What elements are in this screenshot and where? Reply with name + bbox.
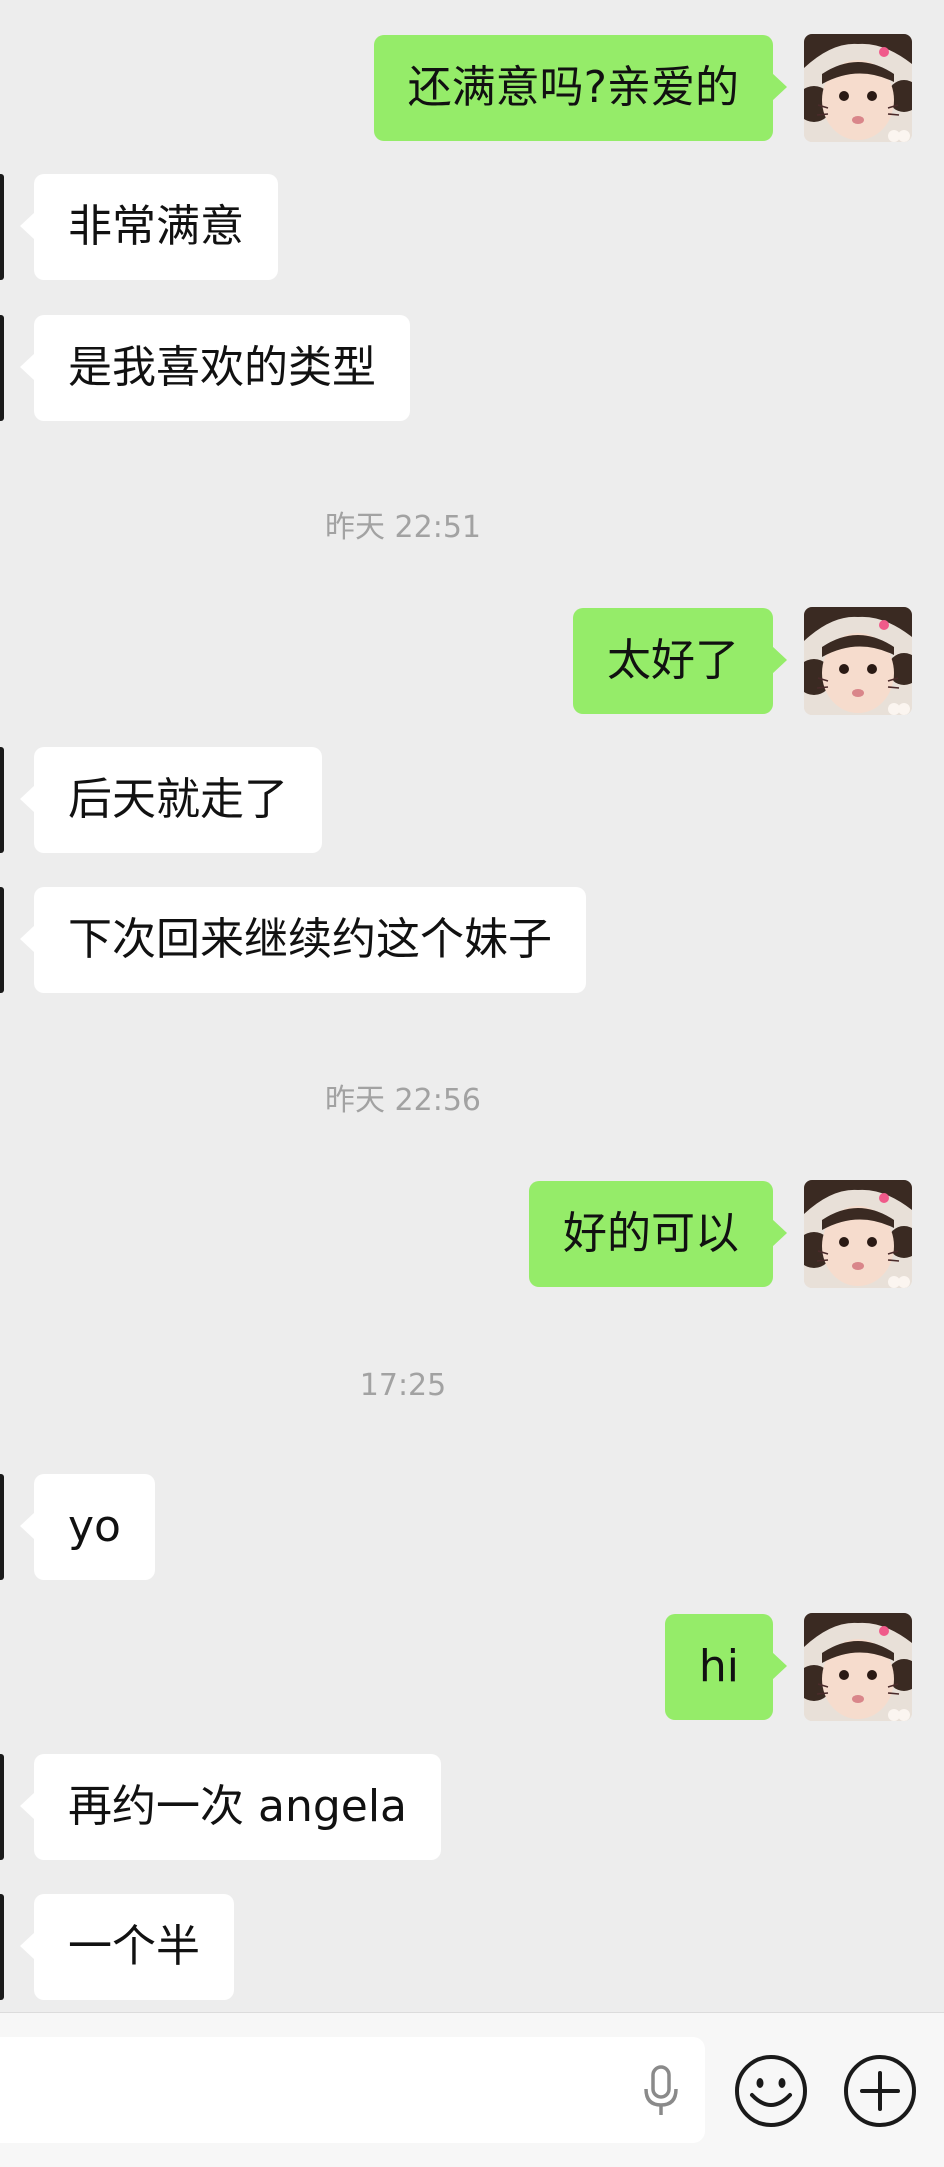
message-bubble-incoming[interactable]: 非常满意 — [20, 174, 278, 280]
child-face-avatar-icon — [804, 607, 912, 715]
microphone-icon[interactable] — [641, 2063, 681, 2119]
user-avatar[interactable] — [804, 1613, 912, 1721]
message-bubble-incoming[interactable]: 后天就走了 — [20, 747, 322, 853]
contact-avatar[interactable] — [0, 315, 4, 421]
message-bubble-outgoing[interactable]: hi — [664, 1614, 788, 1720]
chat-area[interactable]: 还满意吗?亲爱的 非常满意 是我喜欢的类型 昨天 22:51 太好了 后天就走了… — [0, 0, 944, 2012]
user-avatar[interactable] — [804, 34, 912, 142]
plus-circle-icon[interactable] — [842, 2053, 918, 2129]
contact-avatar[interactable] — [0, 1474, 4, 1580]
message-bubble-incoming[interactable]: yo — [20, 1474, 155, 1580]
message-row-incoming: 是我喜欢的类型 — [0, 315, 944, 421]
message-row-outgoing: 好的可以 — [0, 1180, 944, 1288]
user-avatar[interactable] — [804, 607, 912, 715]
message-row-incoming: yo — [0, 1474, 944, 1580]
input-bar — [0, 2012, 944, 2167]
timestamp: 17:25 — [359, 1368, 447, 1403]
child-face-avatar-icon — [804, 1613, 912, 1721]
child-face-avatar-icon — [804, 1180, 912, 1288]
message-bubble-outgoing[interactable]: 太好了 — [573, 608, 787, 714]
contact-avatar[interactable] — [0, 887, 4, 993]
message-row-incoming: 后天就走了 — [0, 747, 944, 853]
message-bubble-incoming[interactable]: 下次回来继续约这个妹子 — [20, 887, 586, 993]
message-row-outgoing: 还满意吗?亲爱的 — [0, 34, 944, 142]
message-row-incoming: 再约一次 angela — [0, 1754, 944, 1860]
child-face-avatar-icon — [804, 34, 912, 142]
message-input[interactable] — [0, 2037, 705, 2143]
contact-avatar[interactable] — [0, 1754, 4, 1860]
message-row-incoming: 非常满意 — [0, 174, 944, 280]
message-bubble-outgoing[interactable]: 还满意吗?亲爱的 — [373, 35, 788, 141]
message-bubble-outgoing[interactable]: 好的可以 — [529, 1181, 787, 1287]
contact-avatar[interactable] — [0, 174, 4, 280]
timestamp: 昨天 22:56 — [325, 1083, 481, 1118]
message-row-incoming: 一个半 — [0, 1894, 944, 2000]
message-bubble-incoming[interactable]: 再约一次 angela — [19, 1754, 442, 1860]
emoji-smiley-icon[interactable] — [733, 2053, 809, 2129]
user-avatar[interactable] — [804, 1180, 912, 1288]
contact-avatar[interactable] — [0, 747, 4, 853]
contact-avatar[interactable] — [0, 1894, 4, 2000]
message-row-incoming: 下次回来继续约这个妹子 — [0, 887, 944, 993]
message-bubble-incoming[interactable]: 是我喜欢的类型 — [20, 315, 410, 421]
message-row-outgoing: hi — [0, 1613, 944, 1721]
timestamp: 昨天 22:51 — [325, 510, 481, 545]
message-row-outgoing: 太好了 — [0, 607, 944, 715]
message-bubble-incoming[interactable]: 一个半 — [20, 1894, 234, 2000]
